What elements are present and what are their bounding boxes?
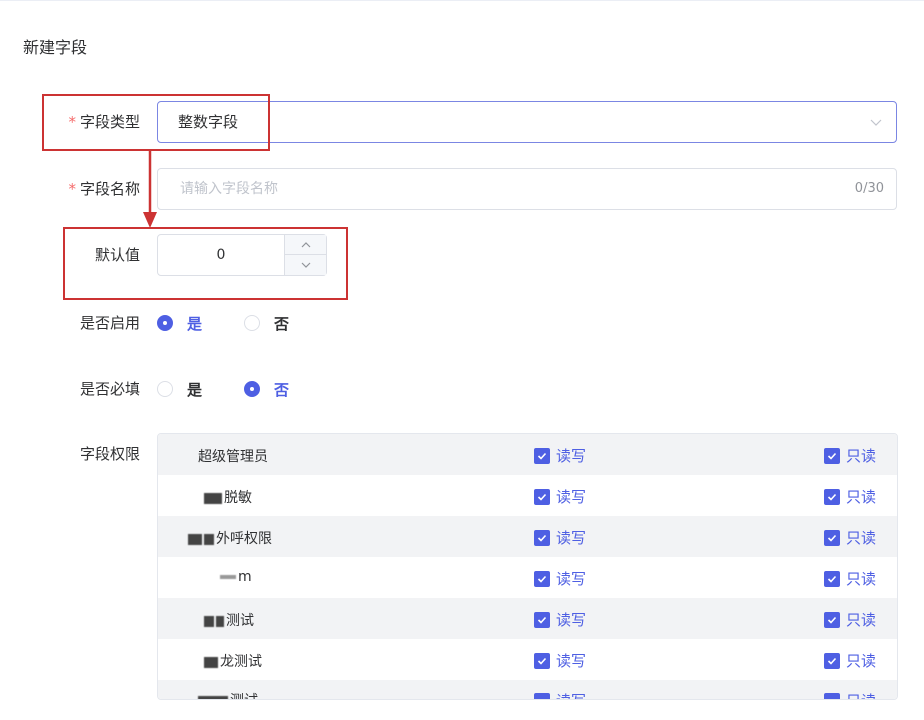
redacted-text <box>204 533 214 545</box>
redacted-text <box>204 615 214 627</box>
chevron-down-icon <box>870 119 882 126</box>
role-name: 龙测试 <box>204 651 262 671</box>
read-only-checkbox[interactable]: 只读 <box>824 650 876 671</box>
required-radio-group: 是 否 <box>157 377 331 401</box>
permissions-label: 字段权限 <box>79 445 140 463</box>
checkbox-checked-icon <box>534 692 550 699</box>
checkbox-checked-icon <box>824 611 840 628</box>
read-write-checkbox[interactable]: 读写 <box>534 650 586 671</box>
checkbox-checked-icon <box>824 652 840 669</box>
redacted-text <box>220 575 236 579</box>
checkbox-checked-icon <box>534 488 550 505</box>
checkbox-checked-icon <box>824 692 840 699</box>
enabled-label: 是否启用 <box>79 314 140 332</box>
role-name: 测试 <box>198 690 258 699</box>
field-name-field[interactable]: 0/30 <box>157 168 897 210</box>
char-counter: 0/30 <box>854 181 884 196</box>
redacted-text <box>204 656 218 668</box>
read-write-checkbox[interactable]: 读写 <box>534 445 586 466</box>
redacted-text <box>188 533 202 545</box>
table-row: m 读写 只读 <box>158 557 897 598</box>
read-write-checkbox[interactable]: 读写 <box>534 690 586 699</box>
required-yes-radio[interactable]: 是 <box>157 379 202 400</box>
table-row: 脱敏 读写 只读 <box>158 475 897 516</box>
radio-unchecked-icon <box>244 315 261 331</box>
read-only-checkbox[interactable]: 只读 <box>824 690 876 699</box>
checkbox-checked-icon <box>824 570 840 587</box>
checkbox-checked-icon <box>534 652 550 669</box>
required-mark: * <box>68 180 76 198</box>
table-row: 测试 读写 只读 <box>158 680 897 699</box>
checkbox-checked-icon <box>824 447 840 464</box>
radio-unchecked-icon <box>157 381 173 397</box>
table-row: 超级管理员 读写 只读 <box>158 434 897 475</box>
redacted-text <box>204 492 222 504</box>
checkbox-checked-icon <box>534 611 550 628</box>
read-only-checkbox[interactable]: 只读 <box>824 609 876 630</box>
table-row: 外呼权限 读写 只读 <box>158 516 897 557</box>
role-name: 测试 <box>204 610 254 630</box>
role-name: 超级管理员 <box>198 449 268 465</box>
annotation-box-field-type <box>42 94 270 151</box>
checkbox-checked-icon <box>534 529 550 546</box>
redacted-text <box>216 615 224 627</box>
enabled-radio-group: 是 否 <box>157 311 331 335</box>
enabled-yes-radio[interactable]: 是 <box>157 313 202 334</box>
role-name: 外呼权限 <box>188 528 272 548</box>
radio-checked-icon <box>244 381 261 397</box>
annotation-arrow <box>143 150 157 228</box>
top-divider <box>0 0 924 1</box>
read-write-checkbox[interactable]: 读写 <box>534 486 586 507</box>
checkbox-checked-icon <box>824 488 840 505</box>
table-row: 龙测试 读写 只读 <box>158 639 897 680</box>
role-name: 脱敏 <box>204 487 252 507</box>
read-only-checkbox[interactable]: 只读 <box>824 445 876 466</box>
required-no-radio[interactable]: 否 <box>244 379 289 400</box>
role-name: m <box>220 569 252 585</box>
annotation-box-default-value <box>63 227 348 300</box>
read-write-checkbox[interactable]: 读写 <box>534 609 586 630</box>
field-name-input[interactable] <box>178 169 818 209</box>
required-label: 是否必填 <box>79 380 140 398</box>
field-name-label: * 字段名称 <box>68 180 140 198</box>
checkbox-checked-icon <box>824 529 840 546</box>
permissions-table: 超级管理员 读写 只读 脱敏 读写 只读 外呼权限 读写 只读 m 读写 只读 … <box>157 433 898 700</box>
radio-checked-icon <box>157 315 173 331</box>
read-write-checkbox[interactable]: 读写 <box>534 568 586 589</box>
table-row: 测试 读写 只读 <box>158 598 897 639</box>
checkbox-checked-icon <box>534 570 550 587</box>
read-only-checkbox[interactable]: 只读 <box>824 486 876 507</box>
checkbox-checked-icon <box>534 447 550 464</box>
enabled-no-radio[interactable]: 否 <box>244 313 289 334</box>
read-only-checkbox[interactable]: 只读 <box>824 568 876 589</box>
page-title: 新建字段 <box>23 38 88 57</box>
read-write-checkbox[interactable]: 读写 <box>534 527 586 548</box>
redacted-text <box>198 695 228 699</box>
read-only-checkbox[interactable]: 只读 <box>824 527 876 548</box>
